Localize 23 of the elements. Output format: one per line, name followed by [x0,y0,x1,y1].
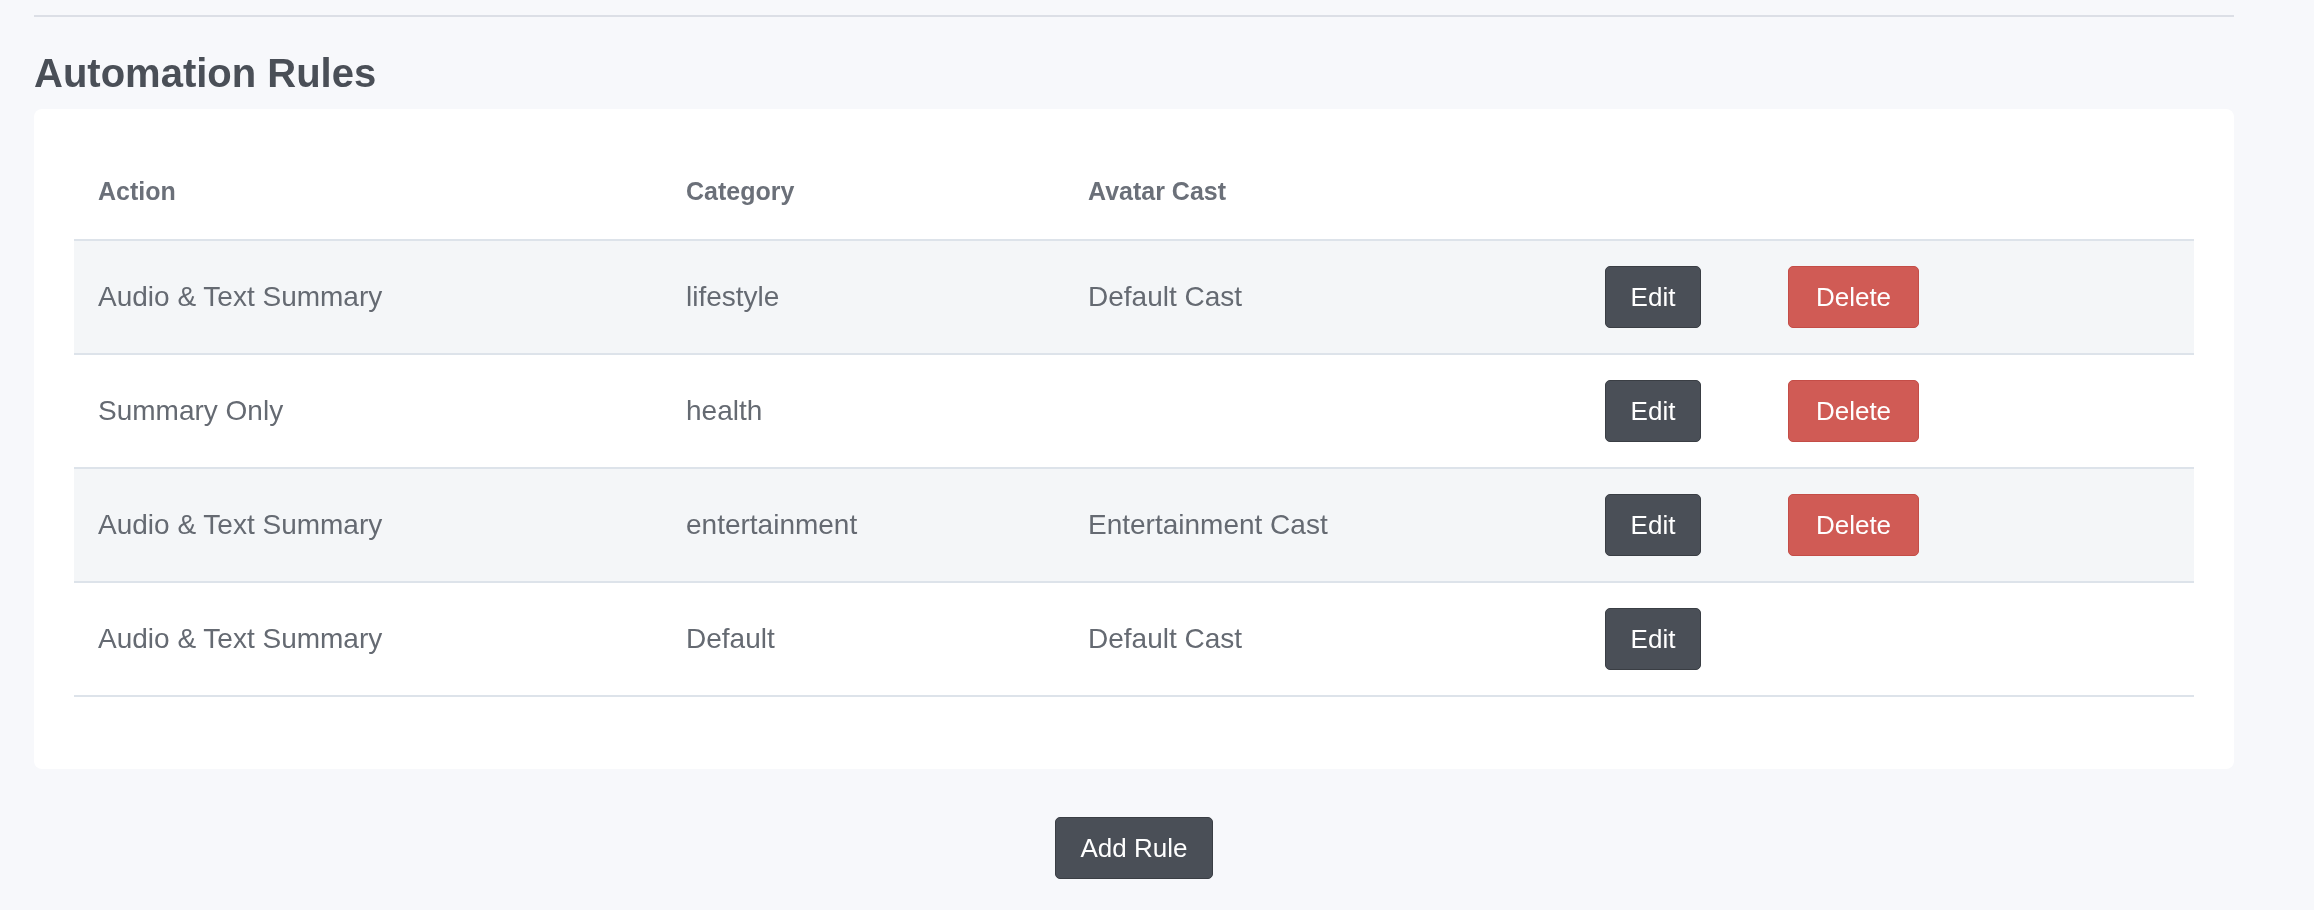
table-cell-text: Audio & Text Summary [97,623,383,654]
table-cell-text: Audio & Text Summary [97,281,383,312]
edit-button[interactable]: Edit [1605,494,1701,556]
edit-button[interactable]: Edit [1605,608,1701,670]
table-cell-text: Entertainment Cast [1087,509,1328,540]
table-cell-text: lifestyle [685,281,780,312]
table-cell-text: Summary Only [97,395,284,426]
delete-button[interactable]: Delete [1788,494,1919,556]
table-cell-text: Default [685,623,775,654]
column-header: Category [685,177,795,206]
edit-button[interactable]: Edit [1605,266,1701,328]
table-cell-text: health [685,395,763,426]
delete-button[interactable]: Delete [1788,266,1919,328]
section-title: Automation Rules [34,50,377,97]
table-cell-text: Audio & Text Summary [97,509,383,540]
add-rule-button[interactable]: Add Rule [1054,817,1214,879]
edit-button[interactable]: Edit [1605,380,1701,442]
table-cell-text: Default Cast [1087,623,1243,654]
table-cell-text: entertainment [685,509,858,540]
table-cell-text: Default Cast [1087,281,1243,312]
column-header: Avatar Cast [1087,177,1227,206]
column-header: Action [97,177,176,206]
delete-button[interactable]: Delete [1788,380,1919,442]
